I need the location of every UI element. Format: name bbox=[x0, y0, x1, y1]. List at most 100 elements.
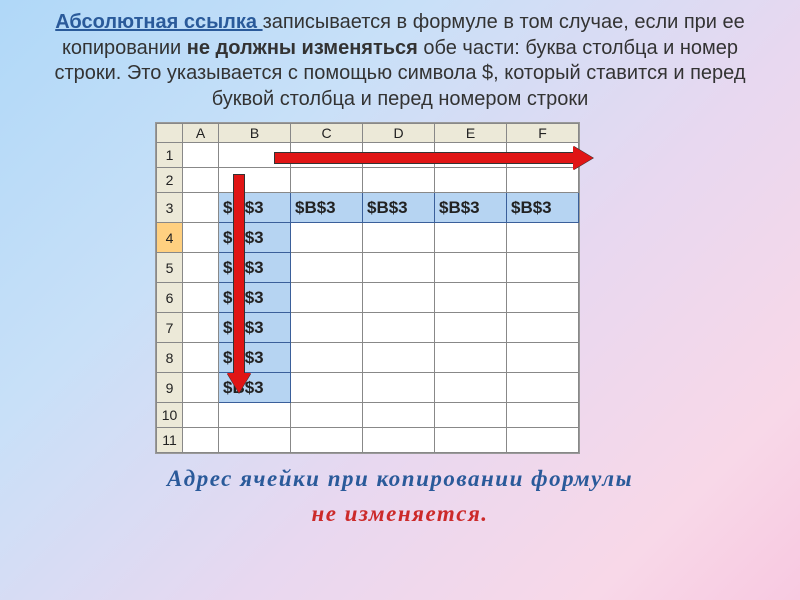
row-head: 2 bbox=[157, 168, 183, 193]
cell bbox=[435, 168, 507, 193]
cell bbox=[507, 343, 579, 373]
row-head: 1 bbox=[157, 143, 183, 168]
cell bbox=[183, 373, 219, 403]
row-head: 5 bbox=[157, 253, 183, 283]
conclusion-line-1: Адрес ячейки при копировании формулы bbox=[167, 466, 633, 491]
spreadsheet-grid: A B C D E F 1 2 3 bbox=[156, 123, 579, 453]
cell bbox=[363, 373, 435, 403]
row-head: 11 bbox=[157, 428, 183, 453]
row-head: 6 bbox=[157, 283, 183, 313]
cell-absolute-ref: $B$3 bbox=[363, 193, 435, 223]
cell bbox=[507, 168, 579, 193]
cell bbox=[363, 168, 435, 193]
cell bbox=[291, 313, 363, 343]
cell bbox=[507, 253, 579, 283]
table-row: 3 $B$3 $B$3 $B$3 $B$3 $B$3 bbox=[157, 193, 579, 223]
table-row: 7 $B$3 bbox=[157, 313, 579, 343]
cell bbox=[183, 403, 219, 428]
cell-absolute-ref: $B$3 bbox=[507, 193, 579, 223]
table-row: 5 $B$3 bbox=[157, 253, 579, 283]
cell bbox=[183, 223, 219, 253]
cell bbox=[291, 373, 363, 403]
cell bbox=[507, 428, 579, 453]
col-head: D bbox=[363, 124, 435, 143]
table-row: 8 $B$3 bbox=[157, 343, 579, 373]
term-absolute-reference: Абсолютная ссылка bbox=[55, 11, 262, 33]
col-head: C bbox=[291, 124, 363, 143]
cell bbox=[435, 283, 507, 313]
cell bbox=[435, 223, 507, 253]
spreadsheet-figure: A B C D E F 1 2 3 bbox=[155, 122, 645, 442]
cell-absolute-ref: $B$3 bbox=[219, 283, 291, 313]
cell bbox=[183, 253, 219, 283]
cell bbox=[363, 428, 435, 453]
row-head: 3 bbox=[157, 193, 183, 223]
cell bbox=[291, 168, 363, 193]
cell bbox=[291, 253, 363, 283]
table-row: 2 bbox=[157, 168, 579, 193]
cell-absolute-ref: $B$3 bbox=[219, 313, 291, 343]
cell bbox=[291, 428, 363, 453]
row-head: 4 bbox=[157, 223, 183, 253]
desc-bold: не должны изменяться bbox=[187, 37, 418, 59]
cell bbox=[507, 373, 579, 403]
cell bbox=[183, 428, 219, 453]
cell bbox=[219, 168, 291, 193]
table-row: 4 $B$3 bbox=[157, 223, 579, 253]
table-row: 6 $B$3 bbox=[157, 283, 579, 313]
cell bbox=[183, 143, 219, 168]
conclusion-line-2: не изменяется. bbox=[311, 501, 488, 526]
slide: Абсолютная ссылка записывается в формуле… bbox=[0, 0, 800, 600]
row-head: 8 bbox=[157, 343, 183, 373]
cell bbox=[435, 253, 507, 283]
arrow-right-icon bbox=[274, 152, 576, 164]
cell bbox=[363, 343, 435, 373]
col-head: B bbox=[219, 124, 291, 143]
conclusion-text: Адрес ячейки при копировании формулы не … bbox=[28, 462, 772, 531]
table-row: 9 $B$3 bbox=[157, 373, 579, 403]
cell bbox=[363, 403, 435, 428]
cell-absolute-ref: $B$3 bbox=[435, 193, 507, 223]
cell bbox=[507, 313, 579, 343]
table-row: 10 bbox=[157, 403, 579, 428]
col-head: F bbox=[507, 124, 579, 143]
cell bbox=[363, 223, 435, 253]
col-header-row: A B C D E F bbox=[157, 124, 579, 143]
table-row: 11 bbox=[157, 428, 579, 453]
spreadsheet: A B C D E F 1 2 3 bbox=[155, 122, 580, 454]
cell bbox=[183, 343, 219, 373]
cell bbox=[435, 373, 507, 403]
cell bbox=[291, 223, 363, 253]
cell bbox=[435, 313, 507, 343]
row-head: 9 bbox=[157, 373, 183, 403]
cell-absolute-ref: $B$3 bbox=[219, 343, 291, 373]
cell bbox=[507, 223, 579, 253]
col-head: E bbox=[435, 124, 507, 143]
cell bbox=[435, 403, 507, 428]
cell bbox=[291, 403, 363, 428]
cell bbox=[183, 193, 219, 223]
cell bbox=[219, 428, 291, 453]
arrow-down-icon bbox=[233, 174, 245, 376]
corner-cell bbox=[157, 124, 183, 143]
cell-absolute-ref: $B$3 bbox=[219, 223, 291, 253]
description-paragraph: Абсолютная ссылка записывается в формуле… bbox=[28, 10, 772, 112]
cell bbox=[183, 168, 219, 193]
cell bbox=[183, 283, 219, 313]
cell-absolute-ref: $B$3 bbox=[291, 193, 363, 223]
cell bbox=[291, 283, 363, 313]
cell bbox=[291, 343, 363, 373]
cell bbox=[219, 403, 291, 428]
cell bbox=[507, 283, 579, 313]
cell bbox=[435, 343, 507, 373]
cell bbox=[363, 313, 435, 343]
row-head: 7 bbox=[157, 313, 183, 343]
cell bbox=[363, 283, 435, 313]
cell bbox=[363, 253, 435, 283]
cell-absolute-ref: $B$3 bbox=[219, 253, 291, 283]
cell bbox=[435, 428, 507, 453]
row-head: 10 bbox=[157, 403, 183, 428]
cell bbox=[183, 313, 219, 343]
cell-absolute-ref: $B$3 bbox=[219, 193, 291, 223]
cell bbox=[507, 403, 579, 428]
